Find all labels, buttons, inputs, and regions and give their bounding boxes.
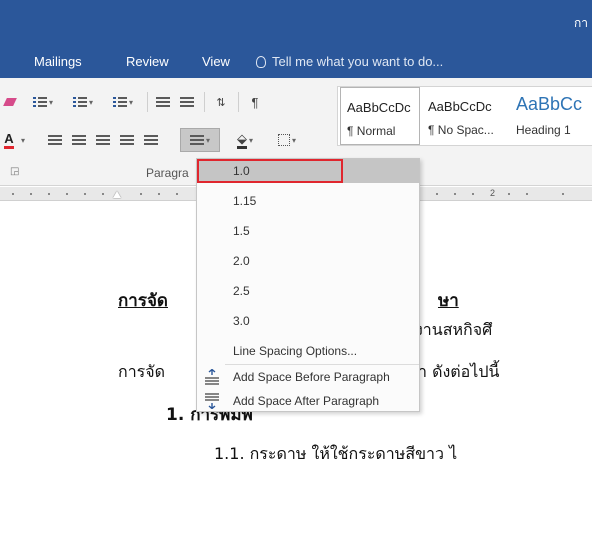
- style-name: ¶ No Spac...: [428, 123, 494, 137]
- shading-button[interactable]: ⬙ ▾: [226, 130, 264, 150]
- pilcrow-icon: ¶: [251, 94, 259, 110]
- multilevel-list-button[interactable]: ▾: [104, 92, 142, 112]
- align-center-icon: [72, 134, 86, 146]
- line-spacing-options-item[interactable]: Line Spacing Options...: [197, 339, 419, 363]
- list-item-text: 1.1. กระดาษ ให้ใช้กระดาษสีขาว ไ: [214, 444, 458, 463]
- numbering-icon: [72, 96, 87, 108]
- ribbon-tabs: Mailings Review View Tell me what you wa…: [0, 44, 592, 78]
- ruler-number: 2: [490, 188, 496, 198]
- font-color-dropdown[interactable]: ▾: [16, 130, 28, 150]
- indent-marker-icon[interactable]: [113, 191, 121, 198]
- align-center-button[interactable]: [68, 130, 90, 150]
- clear-formatting-icon[interactable]: [2, 92, 18, 112]
- borders-icon: [277, 134, 290, 146]
- style-sample: AaBbCc: [516, 94, 583, 114]
- sort-icon: ⇅: [216, 96, 226, 109]
- font-color-icon: A: [4, 131, 14, 149]
- sort-button[interactable]: ⇅: [210, 92, 232, 112]
- align-right-icon: [96, 134, 110, 146]
- style-heading-1[interactable]: AaBbCc Heading 1: [510, 87, 592, 145]
- decrease-indent-icon: [156, 96, 170, 108]
- bullets-icon: [32, 96, 47, 108]
- increase-indent-button[interactable]: [176, 92, 198, 112]
- spacing-option-3-0[interactable]: 3.0: [197, 309, 419, 333]
- style-name: Heading 1: [516, 123, 571, 137]
- style-no-spacing[interactable]: AaBbCcDc ¶ No Spac...: [422, 87, 508, 145]
- align-right-button[interactable]: [92, 130, 114, 150]
- multilevel-list-icon: [112, 96, 127, 108]
- align-left-button[interactable]: [44, 130, 66, 150]
- spacing-option-2-5[interactable]: 2.5: [197, 279, 419, 303]
- tab-review[interactable]: Review: [126, 54, 169, 69]
- body-text: การจัด: [118, 362, 166, 381]
- spacing-option-1-5[interactable]: 1.5: [197, 219, 419, 243]
- lightbulb-icon: [256, 56, 266, 68]
- justify-icon: [120, 134, 134, 146]
- show-marks-button[interactable]: ¶: [244, 92, 266, 112]
- justify-button[interactable]: [116, 130, 138, 150]
- style-name: ¶ Normal: [347, 124, 396, 138]
- selection-highlight: [197, 159, 343, 183]
- borders-button[interactable]: ▾: [270, 130, 304, 150]
- body-text: า ดังต่อไปนี้: [418, 362, 500, 381]
- style-sample: AaBbCcDc: [347, 100, 411, 115]
- line-spacing-button[interactable]: ▾: [180, 128, 220, 152]
- shading-icon: ⬙: [236, 131, 247, 149]
- add-space-after-item[interactable]: Add Space After Paragraph: [197, 389, 419, 413]
- tab-view[interactable]: View: [202, 54, 230, 69]
- decrease-indent-button[interactable]: [152, 92, 174, 112]
- paragraph-group-label: Paragra: [146, 166, 189, 180]
- add-space-after-icon: [205, 393, 219, 409]
- thai-distribute-button[interactable]: [140, 130, 162, 150]
- tell-me-placeholder: Tell me what you want to do...: [272, 54, 444, 69]
- spacing-option-1-15[interactable]: 1.15: [197, 189, 419, 213]
- dialog-launcher-icon[interactable]: ◲: [10, 166, 19, 177]
- window-title: กา: [573, 16, 588, 30]
- align-left-icon: [48, 134, 62, 146]
- styles-gallery: AaBbCcDc ¶ Normal AaBbCcDc ¶ No Spac... …: [337, 86, 592, 146]
- line-spacing-menu: 1.0 1.15 1.5 2.0 2.5 3.0 Line Spacing Op…: [196, 158, 420, 412]
- increase-indent-icon: [180, 96, 194, 108]
- numbering-button[interactable]: ▾: [64, 92, 102, 112]
- bullets-button[interactable]: ▾: [24, 92, 62, 112]
- title-bar: กา: [0, 0, 592, 44]
- tell-me-box[interactable]: Tell me what you want to do...: [256, 54, 443, 69]
- style-normal[interactable]: AaBbCcDc ¶ Normal: [340, 87, 420, 145]
- distribute-icon: [144, 134, 158, 146]
- spacing-option-2-0[interactable]: 2.0: [197, 249, 419, 273]
- style-sample: AaBbCcDc: [428, 99, 492, 114]
- line-spacing-icon: [189, 134, 204, 146]
- add-space-before-item[interactable]: Add Space Before Paragraph: [197, 365, 419, 389]
- tab-mailings[interactable]: Mailings: [34, 54, 82, 69]
- add-space-before-icon: [205, 369, 219, 385]
